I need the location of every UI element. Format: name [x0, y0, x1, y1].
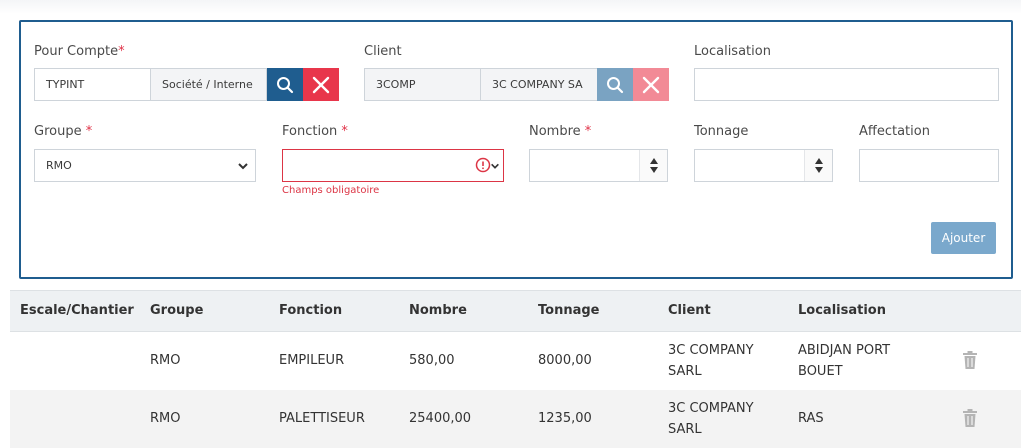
col-groupe[interactable]: Groupe: [150, 303, 203, 318]
pour-compte-label: Pour Compte*: [34, 44, 125, 59]
client-label: Client: [364, 44, 402, 59]
stepper-up-icon[interactable]: [649, 158, 658, 164]
col-nombre[interactable]: Nombre: [409, 303, 467, 318]
tonnage-label: Tonnage: [694, 124, 749, 139]
client-clear-button[interactable]: [633, 68, 669, 101]
fonction-select[interactable]: [282, 149, 504, 182]
col-escale[interactable]: Escale/Chantier: [20, 303, 134, 318]
search-icon: [607, 76, 624, 93]
chevron-down-icon: [238, 163, 248, 170]
stepper-down-icon[interactable]: [814, 167, 823, 173]
table-row[interactable]: RMO EMPILEUR 580,00 8000,00 3C COMPANY SA…: [10, 332, 1021, 390]
trash-icon[interactable]: [962, 351, 978, 369]
fonction-error-message: Champs obligatoire: [282, 185, 380, 196]
groupe-selected-value: RMO: [46, 159, 72, 172]
table-row[interactable]: RMO PALETTISEUR 25400,00 1235,00 3C COMP…: [10, 390, 1021, 448]
cell-tonnage: 1235,00: [538, 411, 592, 426]
col-localisation[interactable]: Localisation: [798, 303, 886, 318]
client-search-button[interactable]: [597, 68, 633, 101]
cell-client: 3C COMPANY SARL: [668, 343, 754, 379]
cell-groupe: RMO: [150, 353, 181, 368]
col-client[interactable]: Client: [668, 303, 711, 318]
chevron-down-icon: [491, 163, 499, 169]
nombre-label: Nombre *: [529, 124, 592, 139]
affectation-input[interactable]: [859, 149, 999, 182]
cell-localisation: RAS: [798, 411, 824, 426]
pour-compte-name-field[interactable]: Société / Interne: [150, 68, 267, 101]
cell-fonction: EMPILEUR: [279, 353, 345, 368]
assignment-form: Pour Compte* TYPINT Société / Interne Cl…: [19, 20, 1013, 279]
trash-icon[interactable]: [962, 409, 978, 427]
cell-client: 3C COMPANY SARL: [668, 401, 754, 437]
stepper-up-icon[interactable]: [814, 158, 823, 164]
col-tonnage[interactable]: Tonnage: [538, 303, 599, 318]
error-icon: [475, 157, 491, 173]
close-icon: [312, 76, 330, 93]
pour-compte-search-button[interactable]: [267, 68, 303, 101]
cell-fonction: PALETTISEUR: [279, 411, 365, 426]
localisation-label: Localisation: [694, 44, 771, 59]
client-code-field[interactable]: 3COMP: [364, 68, 481, 101]
affectation-label: Affectation: [859, 124, 930, 139]
stepper-down-icon[interactable]: [649, 167, 658, 173]
nombre-stepper[interactable]: [639, 150, 667, 181]
fonction-label: Fonction *: [282, 124, 348, 139]
cell-nombre: 25400,00: [409, 411, 472, 426]
groupe-label: Groupe *: [34, 124, 93, 139]
assignments-table: Escale/Chantier Groupe Fonction Nombre T…: [10, 290, 1021, 448]
client-name-field[interactable]: 3C COMPANY SA: [480, 68, 598, 101]
tonnage-stepper[interactable]: [804, 150, 832, 181]
cell-nombre: 580,00: [409, 353, 455, 368]
groupe-select[interactable]: RMO: [34, 149, 256, 182]
add-button[interactable]: Ajouter: [931, 222, 996, 254]
col-fonction[interactable]: Fonction: [279, 303, 342, 318]
pour-compte-code-field[interactable]: TYPINT: [34, 68, 151, 101]
cell-localisation: ABIDJAN PORT BOUET: [798, 343, 891, 379]
table-header: Escale/Chantier Groupe Fonction Nombre T…: [10, 290, 1021, 332]
cell-tonnage: 8000,00: [538, 353, 592, 368]
nombre-input[interactable]: [529, 149, 668, 182]
search-icon: [277, 76, 294, 93]
tonnage-input[interactable]: [694, 149, 833, 182]
localisation-input[interactable]: [694, 68, 999, 101]
top-shade: [0, 0, 1021, 14]
cell-groupe: RMO: [150, 411, 181, 426]
pour-compte-clear-button[interactable]: [303, 68, 339, 101]
close-icon: [642, 76, 660, 93]
